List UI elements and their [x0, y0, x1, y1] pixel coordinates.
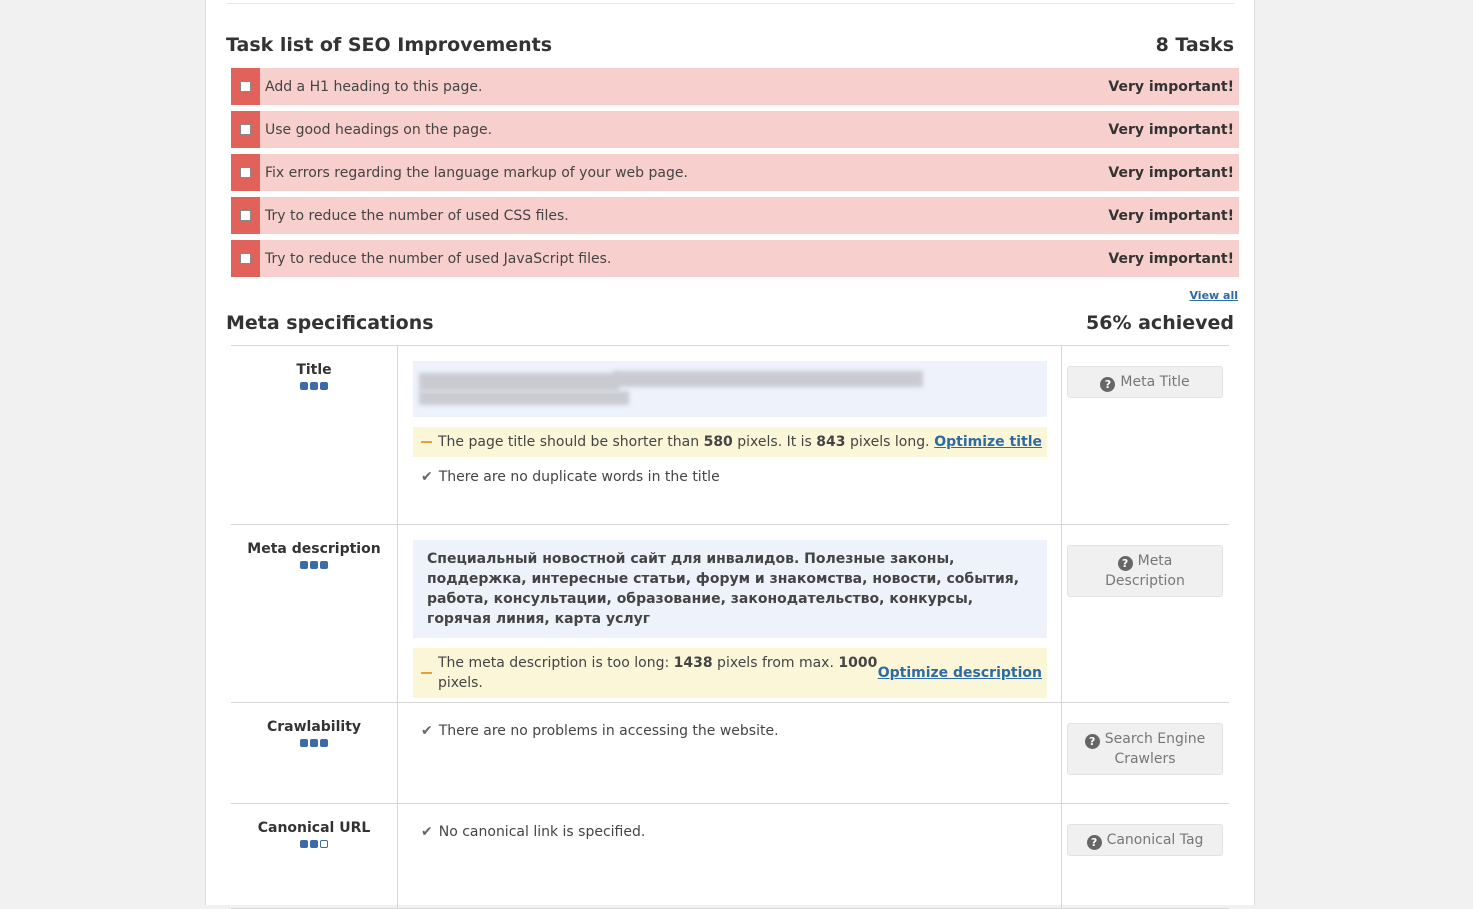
task-item: Try to reduce the number of used JavaScr…: [231, 240, 1239, 277]
meta-table: Title The page title should be shorter t…: [231, 345, 1229, 909]
question-icon: ?: [1084, 734, 1100, 749]
importance-indicator: [231, 840, 397, 848]
task-label: Try to reduce the number of used CSS fil…: [265, 207, 569, 224]
importance-indicator: [231, 561, 397, 569]
meta-header: Meta specifications 56% achieved: [226, 312, 1234, 334]
task-marker: [231, 240, 260, 277]
task-label: Try to reduce the number of used JavaScr…: [265, 250, 612, 267]
importance-dot: [310, 840, 318, 848]
help-button-crawlers[interactable]: ? Search Engine Crawlers: [1067, 723, 1223, 775]
row-help-cell: ? Search Engine Crawlers: [1067, 723, 1223, 775]
warning-dash-icon: [421, 672, 432, 674]
importance-dot: [310, 561, 318, 569]
tasks-header: Task list of SEO Improvements 8 Tasks: [226, 34, 1234, 56]
task-label: Use good headings on the page.: [265, 121, 493, 138]
crawlability-ok-message: ✔ There are no problems in accessing the…: [421, 723, 779, 739]
task-checkbox[interactable]: [240, 210, 251, 221]
warning-text: The meta description is too long: 1438 p…: [438, 655, 878, 691]
task-priority: Very important!: [1108, 164, 1234, 181]
task-item: Try to reduce the number of used CSS fil…: [231, 197, 1239, 234]
importance-dot: [320, 382, 328, 390]
task-label: Add a H1 heading to this page.: [265, 78, 483, 95]
title-warning: The page title should be shorter than 58…: [413, 427, 1047, 457]
row-name: Title: [296, 362, 332, 378]
importance-dot: [320, 561, 328, 569]
task-checkbox[interactable]: [240, 81, 251, 92]
divider: [226, 3, 1234, 4]
meta-row-title: Title The page title should be shorter t…: [231, 345, 1229, 524]
row-content: ✔ No canonical link is specified.: [413, 819, 1047, 840]
task-priority: Very important!: [1108, 250, 1234, 267]
importance-dot: [310, 739, 318, 747]
title-preview-blurred: [413, 361, 1047, 417]
meta-title: Meta specifications: [226, 312, 434, 334]
optimize-title-link[interactable]: Optimize title: [934, 432, 1042, 452]
row-label-cell: Crawlability: [231, 703, 398, 803]
importance-indicator: [231, 739, 397, 747]
row-help-cell: ? Meta Title: [1067, 366, 1223, 398]
view-all-link[interactable]: View all: [1189, 289, 1238, 302]
check-icon: ✔: [421, 824, 433, 840]
row-name: Meta description: [247, 541, 381, 557]
help-button-meta-description[interactable]: ? Meta Description: [1067, 545, 1223, 597]
task-item: Fix errors regarding the language markup…: [231, 154, 1239, 191]
meta-row-canonical: Canonical URL ✔ No canonical link is spe…: [231, 803, 1229, 909]
row-label-cell: Meta description: [231, 525, 398, 702]
task-priority: Very important!: [1108, 78, 1234, 95]
row-content: ✔ There are no problems in accessing the…: [413, 718, 1047, 739]
help-button-meta-title[interactable]: ? Meta Title: [1067, 366, 1223, 398]
row-content: Специальный новостной сайт для инвалидов…: [413, 540, 1047, 698]
task-label: Fix errors regarding the language markup…: [265, 164, 688, 181]
task-marker: [231, 111, 260, 148]
row-help-cell: ? Canonical Tag: [1067, 824, 1223, 856]
row-name: Canonical URL: [257, 820, 371, 836]
description-preview: Специальный новостной сайт для инвалидов…: [413, 540, 1047, 638]
warning-dash-icon: [421, 441, 432, 443]
importance-dot: [320, 739, 328, 747]
task-marker: [231, 154, 260, 191]
importance-dot: [300, 739, 308, 747]
row-content: The page title should be shorter than 58…: [413, 361, 1047, 485]
canonical-ok-message: ✔ No canonical link is specified.: [421, 824, 646, 840]
row-name: Crawlability: [266, 719, 362, 735]
meta-achieved: 56% achieved: [1086, 312, 1234, 334]
meta-row-description: Meta description Специальный новостной с…: [231, 524, 1229, 702]
warning-text: The page title should be shorter than 58…: [438, 434, 930, 450]
task-priority: Very important!: [1108, 121, 1234, 138]
task-priority: Very important!: [1108, 207, 1234, 224]
question-icon: ?: [1117, 556, 1133, 571]
task-item: Use good headings on the page. Very impo…: [231, 111, 1239, 148]
task-checkbox[interactable]: [240, 124, 251, 135]
help-button-canonical[interactable]: ? Canonical Tag: [1067, 824, 1223, 856]
task-checkbox[interactable]: [240, 253, 251, 264]
row-label-cell: Title: [231, 346, 398, 524]
tasks-title: Task list of SEO Improvements: [226, 34, 553, 56]
importance-dot: [300, 382, 308, 390]
row-label-cell: Canonical URL: [231, 804, 398, 908]
importance-dot: [300, 561, 308, 569]
task-marker: [231, 197, 260, 234]
tasks-count: 8 Tasks: [1155, 34, 1234, 56]
row-help-cell: ? Meta Description: [1067, 545, 1223, 597]
question-icon: ?: [1100, 377, 1116, 392]
task-marker: [231, 68, 260, 105]
meta-row-crawlability: Crawlability ✔ There are no problems in …: [231, 702, 1229, 803]
check-icon: ✔: [421, 723, 433, 739]
check-icon: ✔: [421, 469, 433, 485]
report-page: Task list of SEO Improvements 8 Tasks Ad…: [205, 0, 1255, 909]
task-item: Add a H1 heading to this page. Very impo…: [231, 68, 1239, 105]
importance-dot: [310, 382, 318, 390]
task-checkbox[interactable]: [240, 167, 251, 178]
importance-indicator: [231, 382, 397, 390]
question-icon: ?: [1086, 835, 1102, 850]
importance-dot: [300, 840, 308, 848]
optimize-description-link[interactable]: Optimize description: [878, 663, 1042, 683]
task-list: Add a H1 heading to this page. Very impo…: [231, 68, 1239, 283]
title-ok-message: ✔ There are no duplicate words in the ti…: [421, 469, 720, 485]
importance-dot-empty: [320, 840, 328, 848]
description-warning: The meta description is too long: 1438 p…: [413, 648, 1047, 698]
